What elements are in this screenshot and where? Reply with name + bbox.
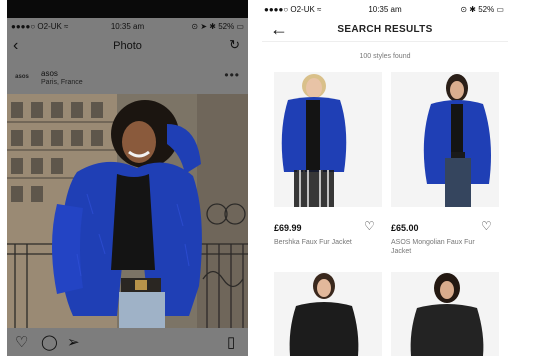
post-photo-image [7, 94, 248, 328]
battery-status: ⊙ ➤ ✱ 52% ▭ [191, 22, 244, 31]
account-avatar-logo[interactable]: asos [13, 70, 31, 84]
comment-icon[interactable]: ◯ [41, 333, 58, 351]
like-heart-icon[interactable]: ♡ [15, 333, 28, 351]
status-bar: ●●●●○ O2-UK ≈ 10:35 am ⊙ ✱ 52% ▭ [262, 0, 508, 18]
product-image[interactable] [274, 72, 382, 207]
bookmark-icon[interactable]: ▯ [227, 333, 235, 351]
nav-bar: ‹ Photo ↻ [7, 34, 248, 60]
search-results-screen: ●●●●○ O2-UK ≈ 10:35 am ⊙ ✱ 52% ▭ ← SEARC… [262, 0, 508, 356]
product-photo-3 [274, 272, 382, 356]
product-name[interactable]: Bershka Faux Fur Jacket [274, 238, 364, 247]
product-photo-4 [391, 272, 499, 356]
wishlist-heart-icon[interactable]: ♡ [481, 219, 492, 233]
refresh-icon[interactable]: ↻ [229, 37, 240, 53]
results-count: 100 styles found [359, 53, 411, 60]
product-image[interactable] [391, 272, 499, 356]
more-options-icon[interactable]: ••• [224, 68, 240, 82]
instagram-screen: ●●●●○ O2-UK ≈ 10:35 am ⊙ ➤ ✱ 52% ▭ ‹ Pho… [7, 0, 248, 356]
post-actions-bar: ♡ ◯ ➢ ▯ [7, 328, 248, 356]
account-name[interactable]: asos [41, 69, 58, 78]
post-header: asos asos Paris, France ••• [7, 60, 248, 94]
wishlist-heart-icon[interactable]: ♡ [364, 219, 375, 233]
top-black-bar [7, 0, 248, 18]
product-image[interactable] [391, 72, 499, 207]
battery-status: ⊙ ✱ 52% ▭ [460, 5, 504, 14]
nav-bar: ← SEARCH RESULTS [262, 18, 508, 42]
product-photo-1 [274, 72, 382, 207]
page-title: Photo [113, 40, 142, 52]
product-photo-2 [391, 72, 499, 207]
post-photo[interactable] [7, 94, 248, 328]
product-price: £65.00 [391, 223, 419, 233]
product-image[interactable] [274, 272, 382, 356]
page-title: SEARCH RESULTS [337, 24, 433, 35]
share-send-icon[interactable]: ➢ [67, 333, 80, 351]
post-location[interactable]: Paris, France [41, 79, 83, 86]
product-price: £69.99 [274, 223, 302, 233]
status-bar: ●●●●○ O2-UK ≈ 10:35 am ⊙ ➤ ✱ 52% ▭ [7, 18, 248, 34]
product-name[interactable]: ASOS Mongolian Faux Fur Jacket [391, 238, 481, 256]
